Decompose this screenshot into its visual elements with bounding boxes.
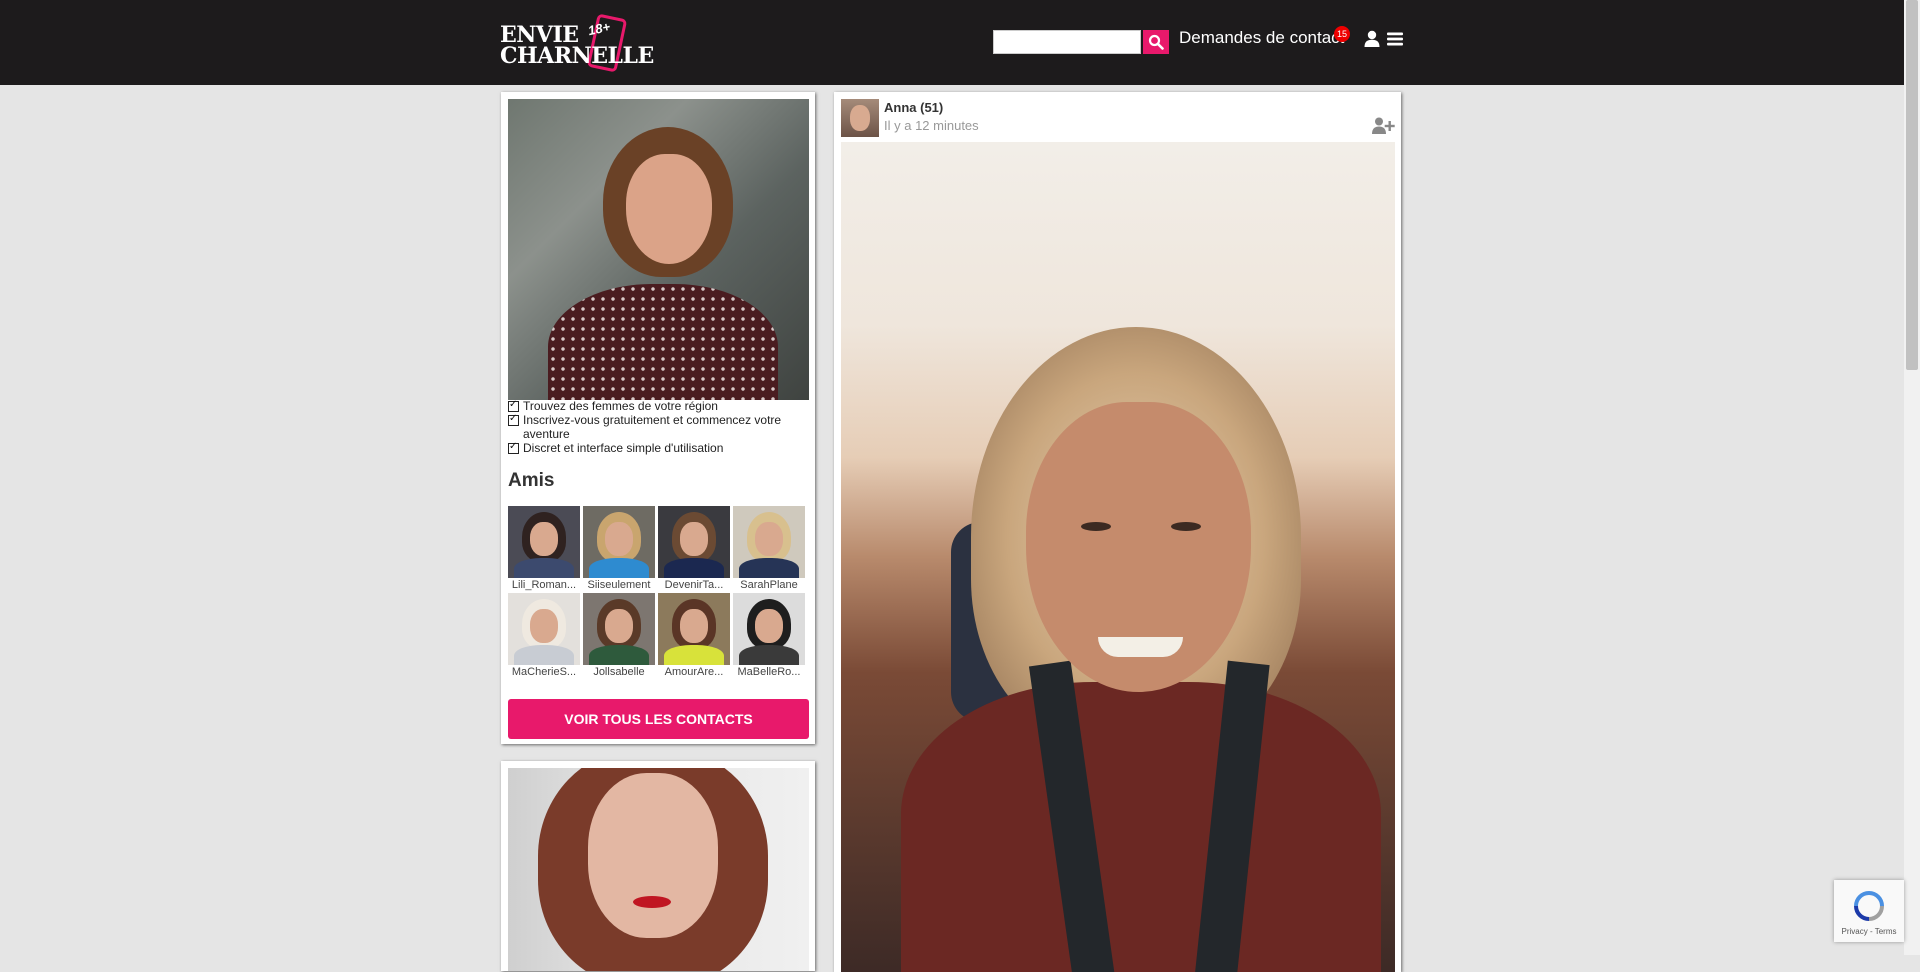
contact-requests-badge: 15	[1334, 26, 1350, 42]
friend-avatar[interactable]	[583, 593, 655, 665]
photo-face-shape	[626, 154, 712, 264]
recaptcha-icon	[1854, 891, 1884, 921]
friend-name[interactable]: Siiseulement	[583, 578, 655, 592]
friend-avatar[interactable]	[658, 506, 730, 578]
recaptcha-privacy-terms-links[interactable]: Privacy - Terms	[1834, 927, 1904, 936]
friend-avatar[interactable]	[658, 593, 730, 665]
feed-post: Anna (51) Il y a 12 minutes	[834, 92, 1401, 972]
promo-photo[interactable]	[508, 99, 809, 400]
promo-card-2	[501, 761, 815, 971]
logo-text-line-2: CHARNELLE	[500, 43, 654, 69]
menu-icon[interactable]	[1385, 29, 1405, 49]
promo-photo-2[interactable]	[508, 768, 809, 971]
checkbox-icon	[508, 398, 519, 412]
friend-tile[interactable]: SarahPlane	[733, 506, 805, 592]
search-button[interactable]	[1143, 30, 1169, 54]
checkbox-icon	[508, 412, 519, 426]
post-photo[interactable]	[841, 142, 1395, 972]
post-timestamp: Il y a 12 minutes	[884, 118, 979, 133]
view-all-contacts-button[interactable]: VOIR TOUS LES CONTACTS	[508, 699, 809, 739]
user-icon[interactable]	[1362, 29, 1382, 49]
friend-tile[interactable]: AmourAre...	[658, 593, 730, 679]
friend-avatar[interactable]	[733, 593, 805, 665]
friends-grid: Lili_Roman... Siiseulement DevenirTa... …	[508, 506, 811, 679]
friend-name[interactable]: Lili_Roman...	[508, 578, 580, 592]
friend-name[interactable]: MaCherieS...	[508, 665, 580, 679]
friend-tile[interactable]: Lili_Roman...	[508, 506, 580, 592]
checkbox-icon	[508, 440, 519, 454]
feature-item: Discret et interface simple d'utilisatio…	[508, 440, 808, 455]
friend-avatar[interactable]	[508, 506, 580, 578]
photo-lips-shape	[633, 896, 671, 908]
search-input[interactable]	[993, 30, 1141, 54]
photo-eye-shape	[1171, 522, 1201, 531]
photo-eye-shape	[1081, 522, 1111, 531]
friend-tile[interactable]: DevenirTa...	[658, 506, 730, 592]
photo-dress-shape	[548, 284, 778, 400]
scrollbar-thumb[interactable]	[1906, 0, 1918, 370]
friend-name[interactable]: MaBelleRo...	[733, 665, 805, 679]
site-logo[interactable]: 18+ ENVIE CHARNELLE	[500, 13, 654, 73]
post-author-name[interactable]: Anna (51)	[884, 100, 943, 115]
feature-list: Trouvez des femmes de votre région Inscr…	[508, 398, 808, 455]
friend-avatar[interactable]	[508, 593, 580, 665]
friend-tile[interactable]: MaCherieS...	[508, 593, 580, 679]
top-navigation-bar: 18+ ENVIE CHARNELLE Demandes de contact …	[0, 0, 1904, 85]
friend-avatar[interactable]	[733, 506, 805, 578]
friend-tile[interactable]: Jollsabelle	[583, 593, 655, 679]
contact-requests-link[interactable]: Demandes de contact	[1179, 28, 1344, 48]
friend-tile[interactable]: MaBelleRo...	[733, 593, 805, 679]
photo-smile-shape	[1098, 637, 1183, 657]
friend-name[interactable]: DevenirTa...	[658, 578, 730, 592]
page-scrollbar[interactable]	[1904, 0, 1920, 955]
recaptcha-badge[interactable]: Privacy - Terms	[1834, 880, 1904, 942]
promo-card: Trouvez des femmes de votre région Inscr…	[501, 92, 815, 744]
add-friend-icon[interactable]	[1371, 116, 1395, 136]
feature-item: Trouvez des femmes de votre région	[508, 398, 808, 413]
friends-heading: Amis	[508, 470, 555, 491]
photo-shirt-shape	[901, 682, 1381, 972]
friend-name[interactable]: AmourAre...	[658, 665, 730, 679]
feature-item: Inscrivez-vous gratuitement et commencez…	[508, 412, 808, 441]
friend-name[interactable]: Jollsabelle	[583, 665, 655, 679]
post-author-avatar[interactable]	[841, 99, 879, 137]
photo-face-shape	[588, 773, 718, 938]
feature-text: Trouvez des femmes de votre région	[523, 399, 718, 413]
friend-tile[interactable]: Siiseulement	[583, 506, 655, 592]
feature-text: Discret et interface simple d'utilisatio…	[523, 441, 724, 455]
feature-text: Inscrivez-vous gratuitement et commencez…	[523, 413, 782, 441]
search-icon	[1148, 34, 1164, 50]
friend-avatar[interactable]	[583, 506, 655, 578]
friend-name[interactable]: SarahPlane	[733, 578, 805, 592]
